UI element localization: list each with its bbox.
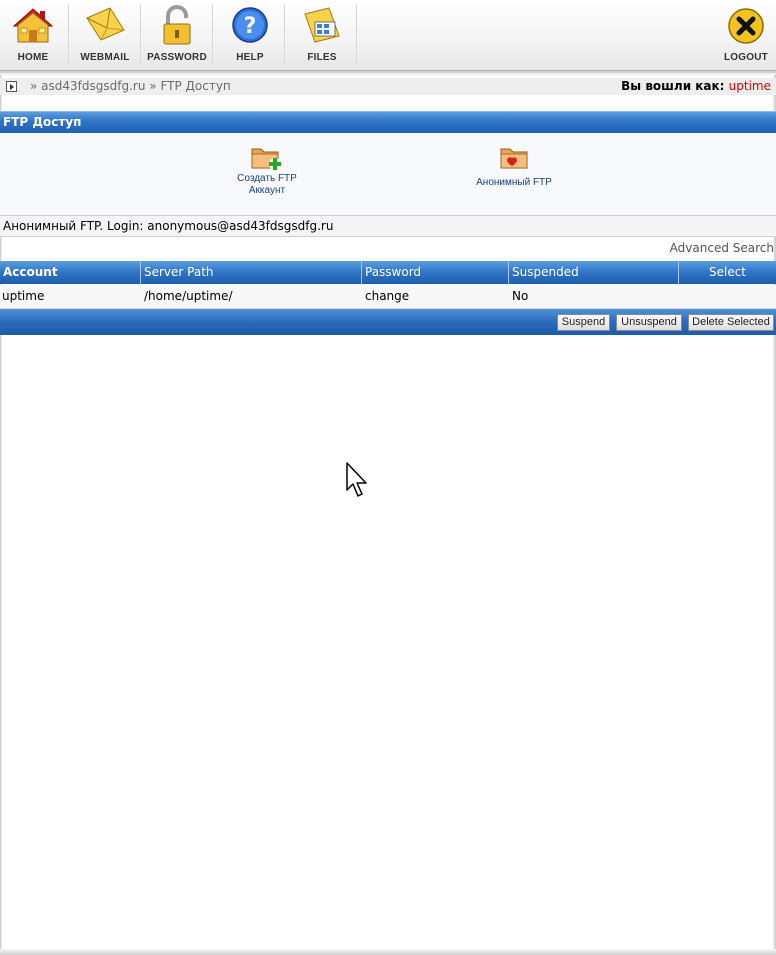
column-header-password[interactable]: Password <box>362 261 509 284</box>
change-password-link[interactable]: change <box>363 285 509 308</box>
breadcrumb-domain-link[interactable]: asd43fdsgsdfg.ru <box>41 79 145 93</box>
toolbar-separator <box>284 4 285 64</box>
anonymous-ftp-info: Анонимный FTP. Login: anonymous@asd43fds… <box>0 216 776 237</box>
mouse-cursor-icon <box>346 462 367 497</box>
section-header: FTP Доступ <box>0 111 776 134</box>
nav-webmail[interactable]: WEBMAIL <box>78 0 132 68</box>
nav-help-label: HELP <box>236 52 264 63</box>
password-lock-icon <box>163 5 191 45</box>
cell-server-path: /home/uptime/ <box>144 289 233 303</box>
create-ftp-account-label-2: Аккаунт <box>248 185 286 196</box>
home-icon <box>12 8 54 43</box>
webmail-icon <box>86 7 125 41</box>
nav-logout-label: LOGOUT <box>724 52 768 63</box>
actions-panel <box>0 133 776 216</box>
cell-suspended: No <box>512 289 529 303</box>
nav-logout[interactable]: LOGOUT <box>720 0 772 68</box>
advanced-search-link[interactable]: Advanced Search <box>670 241 774 255</box>
nav-files[interactable]: FILES <box>296 0 348 68</box>
delete-selected-button[interactable]: Delete Selected <box>688 314 774 331</box>
breadcrumb-separator: » <box>30 79 38 93</box>
suspend-button[interactable]: Suspend <box>557 314 610 331</box>
logout-icon <box>728 8 764 44</box>
logged-in-label: Вы вошли как: <box>621 79 725 93</box>
toolbar-separator <box>140 4 141 64</box>
help-icon: ? <box>232 7 268 43</box>
nav-home-label: HOME <box>17 52 49 63</box>
nav-password-label: PASSWORD <box>147 52 207 63</box>
nav-webmail-label: WEBMAIL <box>80 52 130 63</box>
files-icon <box>304 7 340 43</box>
expand-toggle-icon[interactable] <box>6 81 17 92</box>
logged-in-as: Вы вошли как: uptime <box>621 79 771 93</box>
nav-help[interactable]: ? HELP <box>224 0 276 68</box>
breadcrumb-separator: » <box>149 79 157 93</box>
column-header-select[interactable]: Select <box>679 261 776 284</box>
create-ftp-folder-icon <box>251 148 281 170</box>
table-row: uptime /home/uptime/ change No <box>0 285 776 309</box>
cell-select[interactable] <box>680 285 776 308</box>
nav-files-label: FILES <box>307 52 337 63</box>
cell-account: uptime <box>2 289 45 303</box>
column-header-server-path[interactable]: Server Path <box>141 261 362 284</box>
logged-in-user: uptime <box>728 79 771 93</box>
svg-text:?: ? <box>244 14 257 39</box>
toolbar-separator <box>68 4 69 64</box>
column-header-suspended[interactable]: Suspended <box>509 261 679 284</box>
window-frame-bottom <box>0 949 776 955</box>
anonymous-ftp-folder-icon <box>500 148 528 169</box>
anonymous-ftp-button[interactable]: Анонимный FTP <box>470 143 558 189</box>
create-ftp-account-button[interactable]: Создать FTP Аккаунт <box>222 143 312 197</box>
section-title: FTP Доступ <box>3 115 82 129</box>
nav-home[interactable]: HOME <box>8 0 58 68</box>
breadcrumb-current-page: FTP Доступ <box>160 79 231 93</box>
anonymous-ftp-info-text: Анонимный FTP. Login: anonymous@asd43fds… <box>3 219 334 233</box>
anonymous-ftp-label: Анонимный FTP <box>476 177 552 188</box>
unsuspend-button[interactable]: Unsuspend <box>616 314 682 331</box>
table-header: Account Server Path Password Suspended S… <box>0 261 776 284</box>
toolbar-separator <box>212 4 213 64</box>
column-header-account[interactable]: Account <box>0 261 141 284</box>
toolbar-separator <box>356 4 357 64</box>
create-ftp-account-label-1: Создать FTP <box>237 173 297 184</box>
breadcrumb: » asd43fdsgsdfg.ru » FTP Доступ <box>30 79 231 93</box>
nav-password[interactable]: PASSWORD <box>146 0 208 68</box>
